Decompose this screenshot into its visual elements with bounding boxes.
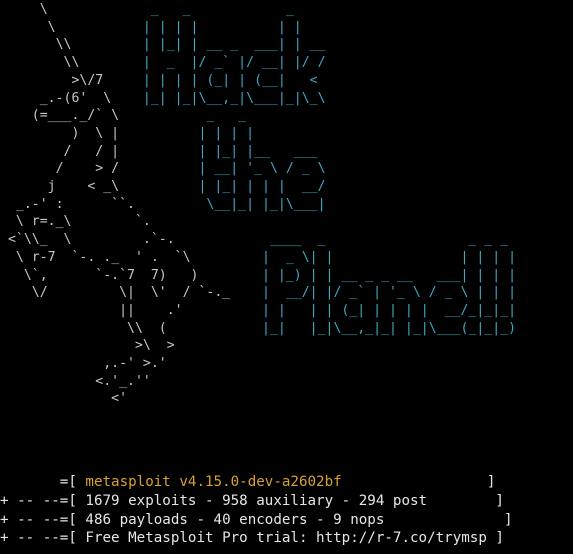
version-prefix: =[ <box>0 474 86 490</box>
metasploit-info-block: =[ metasploit v4.15.0-dev-a2602bf ] + --… <box>0 473 513 548</box>
hack-the-planet-banner: _ _ _ | | | | | | | |_| | __ _ ___| | __… <box>142 2 517 336</box>
payload-counts-line: + -- --=[ 486 payloads - 40 encoders - 9… <box>0 511 513 528</box>
version-suffix: ] <box>341 474 496 490</box>
version-line: =[ metasploit v4.15.0-dev-a2602bf ] <box>0 473 513 492</box>
terminal-window[interactable]: \ \ \\ \\ >\/7 _.-(6' \ (=___._/` \ ) \ … <box>0 0 573 554</box>
metasploit-version: metasploit v4.15.0-dev-a2602bf <box>85 474 342 490</box>
pro-trial-line: + -- --=[ Free Metasploit Pro trial: htt… <box>0 530 504 547</box>
module-counts-line: + -- --=[ 1679 exploits - 958 auxiliary … <box>0 492 504 509</box>
